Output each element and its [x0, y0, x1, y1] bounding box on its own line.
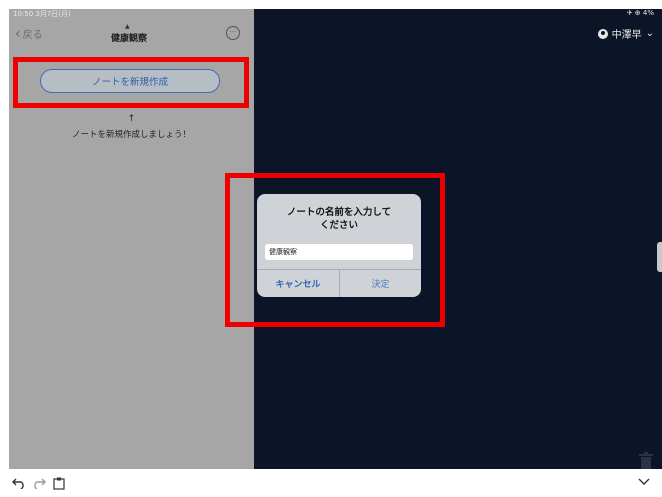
back-label: 戻る	[22, 30, 43, 41]
chevron-down-icon: ⌄	[645, 28, 654, 39]
clipboard-icon[interactable]	[53, 477, 65, 490]
undo-icon[interactable]	[12, 477, 26, 489]
back-button[interactable]: ‹ 戻る	[15, 25, 43, 42]
status-indicators: ✈ ⊕ 4%	[626, 9, 654, 17]
status-time: 10:50 3月7日(月)	[13, 10, 71, 18]
user-icon	[597, 28, 608, 39]
redo-icon[interactable]	[32, 477, 46, 489]
chevron-left-icon: ‹	[15, 25, 21, 42]
more-options-icon[interactable]: ···	[226, 26, 240, 40]
user-name: 中澤早	[611, 30, 642, 41]
bottom-toolbar	[0, 469, 662, 497]
new-note-hint: ノートを新規作成しましょう！	[71, 130, 191, 140]
highlight-new-note-button	[13, 57, 249, 108]
page-title: 健康観察	[110, 34, 147, 44]
trash-icon[interactable]	[638, 452, 654, 469]
caret-up-icon: ▲	[125, 23, 130, 30]
chevron-down-icon[interactable]	[638, 477, 650, 487]
arrow-up-icon: ↑	[127, 114, 136, 124]
side-drawer-handle[interactable]	[657, 242, 662, 272]
user-menu[interactable]: 中澤早 ⌄	[597, 26, 654, 41]
highlight-name-dialog	[225, 173, 445, 327]
